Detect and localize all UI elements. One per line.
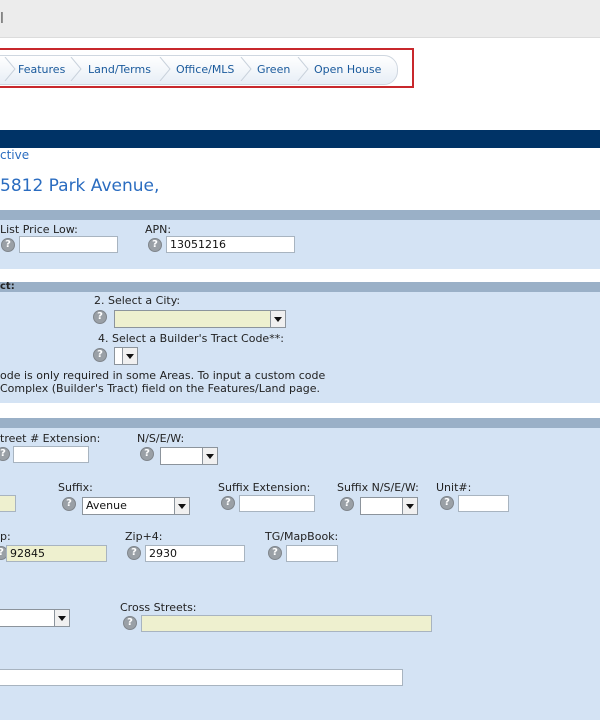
section-divider [0,418,600,428]
apn-label: APN: [145,223,172,236]
tg-mapbook-input[interactable] [286,545,338,562]
directions-input[interactable] [0,669,403,686]
chevron-down-icon [202,448,217,464]
tab-separator-icon [159,57,171,81]
tab-separator-icon [240,57,252,81]
tract-note-line-2: Complex (Builder's Tract) field on the F… [0,382,320,395]
top-bar: l [0,0,600,38]
street-extension-input[interactable] [13,446,89,463]
zip-input[interactable]: 92845 [6,545,107,562]
help-icon[interactable]: ? [93,348,107,362]
unit-input[interactable] [458,495,509,512]
help-icon[interactable]: ? [127,546,141,560]
section-divider [0,282,600,292]
help-icon[interactable]: ? [123,616,137,630]
nsew-select[interactable] [160,447,218,465]
tract-code-label: 4. Select a Builder's Tract Code**: [98,332,284,345]
tab-separator-icon [4,57,16,81]
chevron-down-icon [174,498,189,514]
zip4-input[interactable]: 2930 [145,545,245,562]
tract-section-title: ct: [0,281,15,292]
tab-land-terms[interactable]: Land/Terms [88,63,151,76]
suffix-select-value: Avenue [86,499,127,512]
chevron-down-icon [402,498,417,514]
nsew-label: N/S/E/W: [137,432,185,445]
tract-note-line-1: ode is only required in some Areas. To i… [0,369,326,382]
apn-input[interactable]: 13051216 [166,236,295,253]
help-icon[interactable]: ? [148,238,162,252]
chevron-down-icon [270,311,285,327]
help-icon[interactable]: ? [140,447,154,461]
suffix-select[interactable]: Avenue [82,497,190,515]
zip-label: p: [0,530,11,543]
help-icon[interactable]: ? [221,496,235,510]
help-icon[interactable]: ? [340,497,354,511]
section-divider [0,210,600,220]
street-extension-label: treet # Extension: [0,432,101,445]
section-header-bar [0,130,600,148]
area-select[interactable] [0,609,70,627]
suffix-nsew-label: Suffix N/S/E/W: [337,481,419,494]
help-icon[interactable]: ? [93,310,107,324]
tab-open-house[interactable]: Open House [314,63,381,76]
chevron-down-icon [122,348,137,364]
tab-features[interactable]: Features [18,63,65,76]
cross-streets-label: Cross Streets: [120,601,197,614]
zip4-label: Zip+4: [125,530,163,543]
help-icon[interactable]: ? [1,238,15,252]
list-price-low-input[interactable] [19,236,118,253]
city-label: 2. Select a City: [94,294,181,307]
top-bar-text: l [0,11,4,27]
tab-green[interactable]: Green [257,63,290,76]
tab-office-mls[interactable]: Office/MLS [176,63,234,76]
tg-mapbook-label: TG/MapBook: [265,530,339,543]
help-icon[interactable]: ? [62,497,76,511]
suffix-extension-input[interactable] [239,495,315,512]
help-icon[interactable]: ? [268,546,282,560]
listing-status: ctive [0,148,30,162]
suffix-label: Suffix: [58,481,93,494]
city-select[interactable] [114,310,286,328]
tab-separator-icon [297,57,309,81]
tract-code-select[interactable] [114,347,138,365]
street-name-input[interactable] [0,495,16,512]
unit-label: Unit#: [436,481,472,494]
suffix-nsew-select[interactable] [360,497,418,515]
help-icon[interactable]: ? [440,496,454,510]
chevron-down-icon [54,610,69,626]
suffix-extension-label: Suffix Extension: [218,481,311,494]
tab-separator-icon [70,57,82,81]
cross-streets-input[interactable] [141,615,432,632]
list-price-low-label: List Price Low: [0,223,78,236]
listing-address: 5812 Park Avenue, [0,176,160,196]
